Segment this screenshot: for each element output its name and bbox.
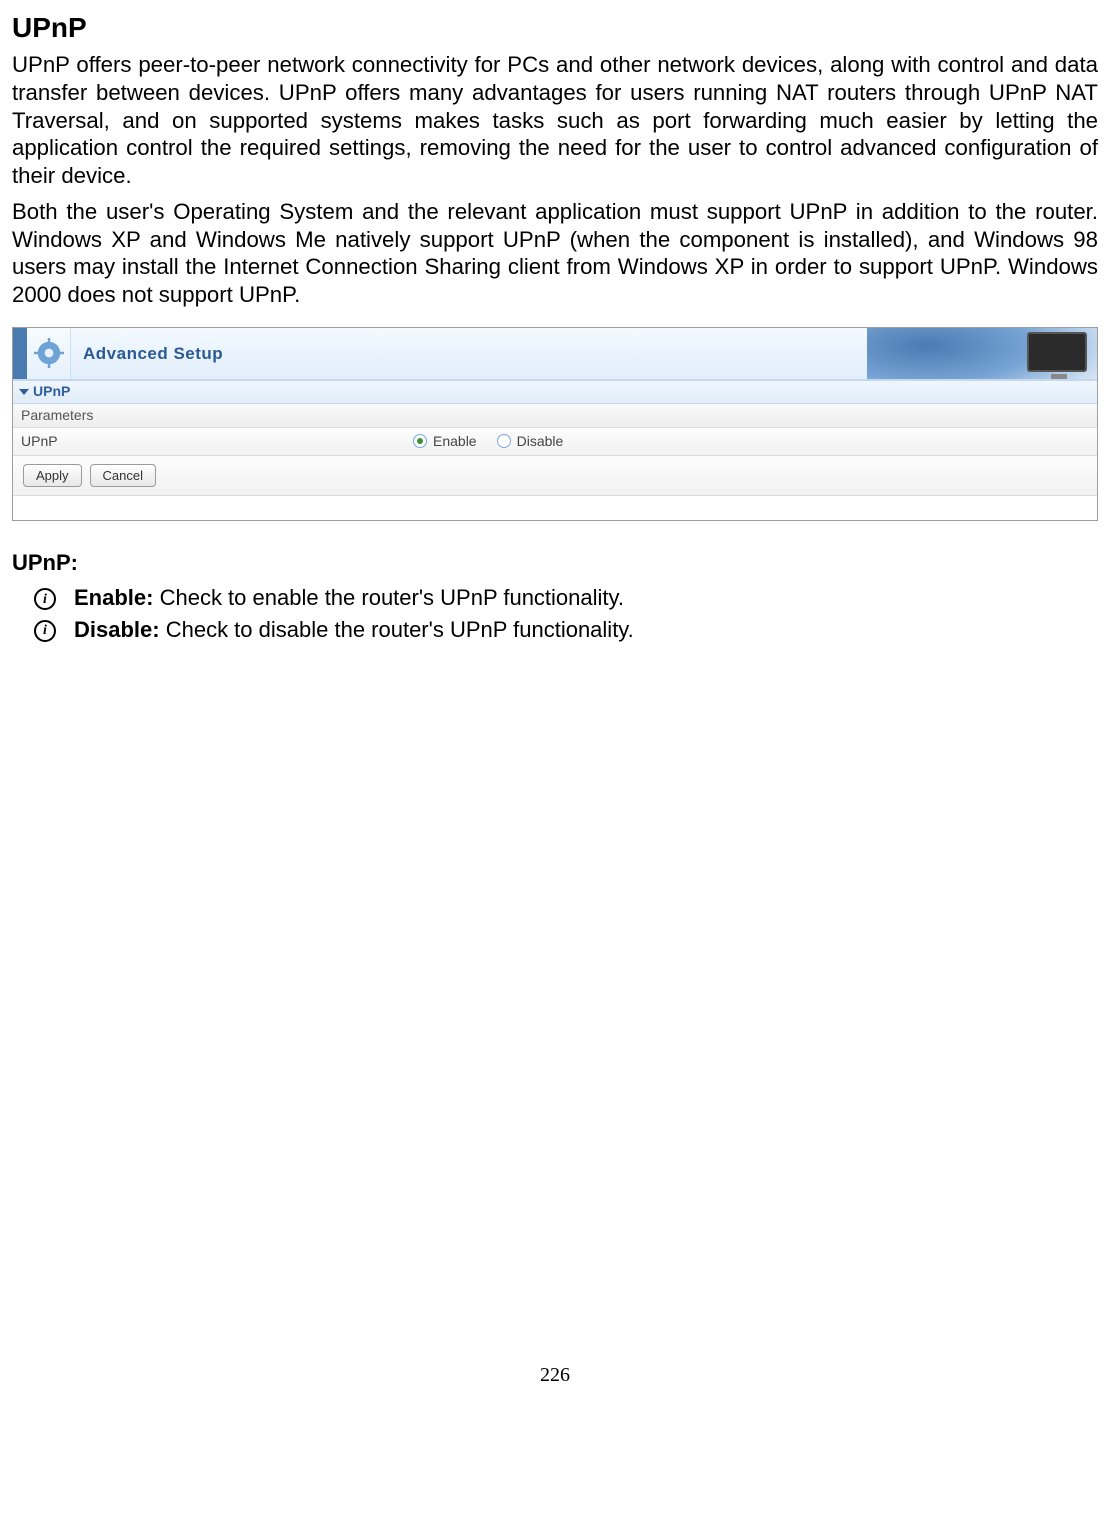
info-icon: i <box>34 588 56 610</box>
info-bold-enable: Enable: <box>74 585 153 610</box>
page-number: 226 <box>12 1363 1098 1408</box>
radio-enable-label: Enable <box>433 433 477 451</box>
upnp-setting-row: UPnP Enable Disable <box>13 428 1097 456</box>
radio-enable[interactable] <box>413 434 427 448</box>
section-label: UPnP <box>33 383 70 401</box>
screenshot-header-title: Advanced Setup <box>71 328 867 379</box>
chevron-down-icon <box>19 389 29 395</box>
page-title: UPnP <box>12 10 1098 45</box>
info-text-enable: Enable: Check to enable the router's UPn… <box>74 584 624 612</box>
router-config-screenshot: Advanced Setup UPnP Parameters UPnP Enab… <box>12 327 1098 521</box>
radio-disable[interactable] <box>497 434 511 448</box>
info-item-disable: i Disable: Check to disable the router's… <box>34 616 1098 644</box>
info-rest-disable: Check to disable the router's UPnP funct… <box>160 617 634 642</box>
info-rest-enable: Check to enable the router's UPnP functi… <box>153 585 624 610</box>
parameters-row: Parameters <box>13 404 1097 428</box>
section-bar-upnp[interactable]: UPnP <box>13 380 1097 404</box>
info-bold-disable: Disable: <box>74 617 160 642</box>
upnp-row-label: UPnP <box>13 433 413 451</box>
info-item-enable: i Enable: Check to enable the router's U… <box>34 584 1098 612</box>
info-text-disable: Disable: Check to disable the router's U… <box>74 616 634 644</box>
paragraph-1: UPnP offers peer-to-peer network connect… <box>12 51 1098 190</box>
parameters-label: Parameters <box>21 407 93 425</box>
monitor-icon <box>1027 332 1087 372</box>
button-row: Apply Cancel <box>13 456 1097 496</box>
screenshot-header: Advanced Setup <box>13 328 1097 380</box>
upnp-subhead: UPnP: <box>12 549 1098 577</box>
gear-icon <box>34 338 64 368</box>
radio-disable-label: Disable <box>517 433 564 451</box>
paragraph-2: Both the user's Operating System and the… <box>12 198 1098 309</box>
header-illustration <box>867 328 1097 379</box>
header-icon-box <box>27 328 71 379</box>
cancel-button[interactable]: Cancel <box>90 464 156 487</box>
header-accent-bar <box>13 328 27 379</box>
info-icon: i <box>34 620 56 642</box>
apply-button[interactable]: Apply <box>23 464 82 487</box>
